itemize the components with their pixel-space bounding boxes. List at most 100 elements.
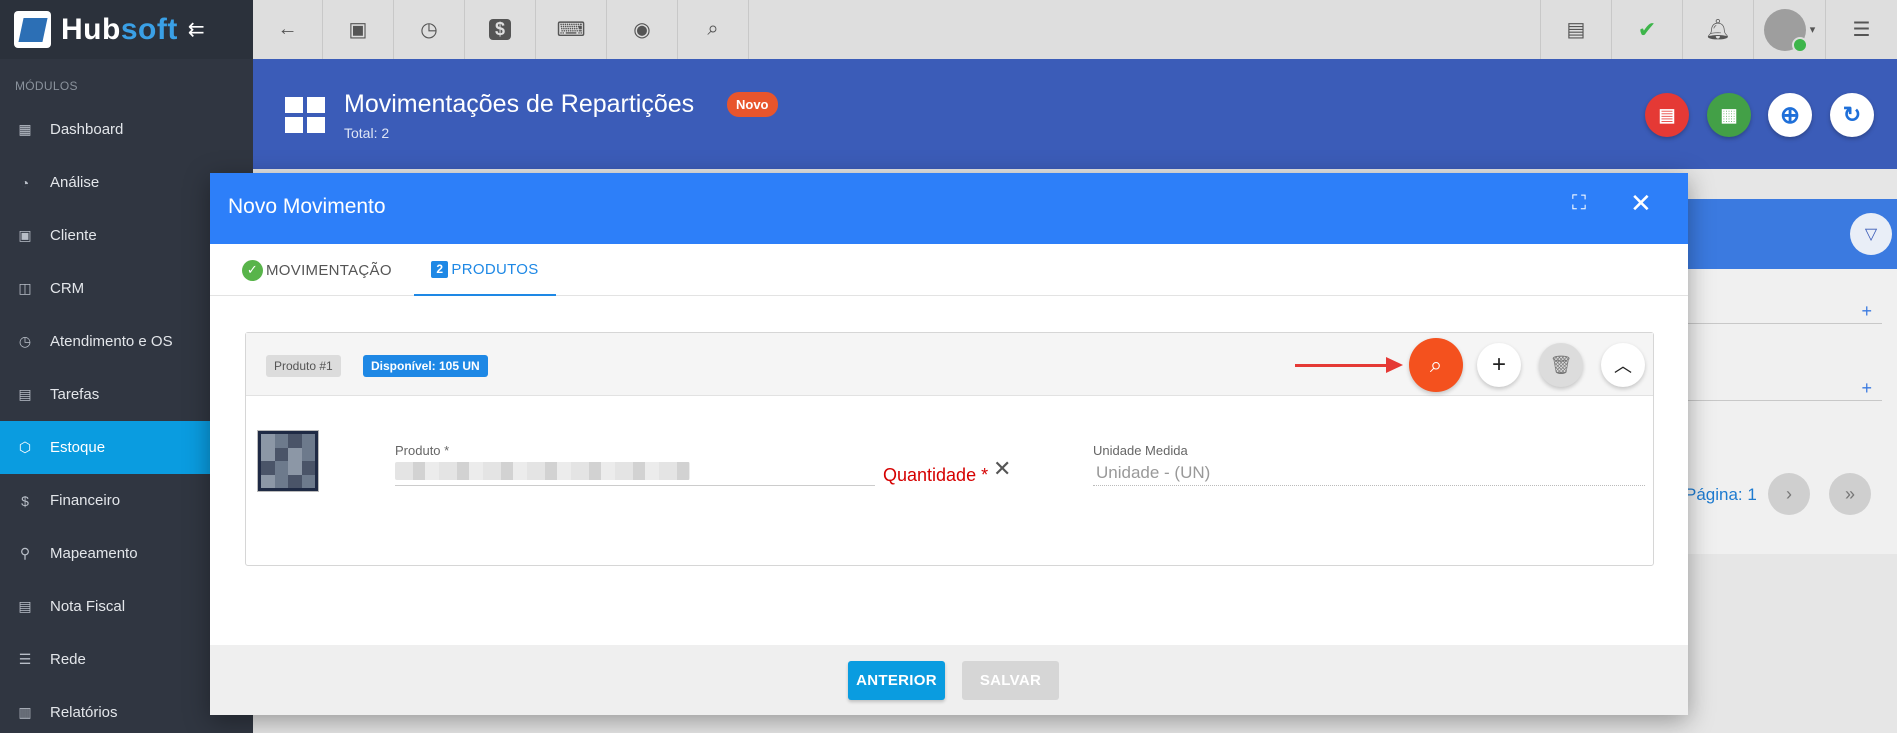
refresh-button[interactable]: ↻ bbox=[1830, 93, 1874, 137]
unidade-field[interactable]: Unidade - (UN) bbox=[1093, 456, 1645, 486]
close-icon[interactable]: ✕ bbox=[1630, 188, 1652, 219]
chevron-right-icon: › bbox=[1786, 483, 1792, 504]
search-icon[interactable]: ⌕ bbox=[678, 0, 749, 59]
double-chevron-right-icon: » bbox=[1844, 483, 1855, 504]
annotation-arrow-head bbox=[1386, 357, 1403, 373]
sidebar-item-label: Cliente bbox=[50, 227, 97, 244]
modules-label: MÓDULOS bbox=[15, 79, 78, 93]
hubsoft-logo-icon bbox=[14, 11, 51, 48]
tab-label: MOVIMENTAÇÃO bbox=[266, 261, 392, 279]
tab-label: PRODUTOS bbox=[451, 260, 539, 278]
trash-icon: 🗑︎ bbox=[1549, 354, 1573, 375]
pdf-icon: ▤ bbox=[1658, 104, 1676, 125]
chevron-down-icon: ▾ bbox=[1809, 24, 1816, 36]
modal-footer: ANTERIOR SALVAR bbox=[210, 645, 1688, 715]
avatar-icon bbox=[1763, 8, 1808, 53]
previous-button[interactable]: ANTERIOR bbox=[848, 661, 945, 700]
filter-button[interactable]: ▽ bbox=[1850, 213, 1892, 255]
next-page-button[interactable]: › bbox=[1768, 473, 1810, 515]
modal-header: Novo Movimento ⛶ ✕ bbox=[210, 173, 1688, 244]
modal-title: Novo Movimento bbox=[228, 195, 386, 218]
document-icon: ▤ bbox=[18, 598, 32, 614]
report-icon: ▥ bbox=[18, 704, 32, 720]
clear-icon[interactable]: ✕ bbox=[993, 456, 1011, 482]
filter-icon: ▽ bbox=[1864, 226, 1878, 243]
refresh-icon: ↻ bbox=[1842, 102, 1862, 127]
product-card: Produto #1 Disponível: 105 UN ⌕ + 🗑︎ ︿ P… bbox=[245, 332, 1654, 566]
last-page-button[interactable]: » bbox=[1829, 473, 1871, 515]
eye-icon[interactable]: ◉ bbox=[607, 0, 678, 59]
top-toolbar: ← ▣ ◷ $ ⌨ ◉ ⌕ ▤ ✔ 🔔︎ ▾ ☰ bbox=[253, 0, 1897, 59]
add-button[interactable]: ⊕ bbox=[1768, 93, 1812, 137]
tab-produtos[interactable]: 2 PRODUTOS bbox=[414, 244, 556, 296]
kanban-icon: ◫ bbox=[18, 280, 32, 296]
redacted-product-value bbox=[395, 462, 690, 480]
money-icon: $ bbox=[21, 492, 29, 509]
excel-icon: ▦ bbox=[1720, 104, 1738, 125]
box-icon: ⬡ bbox=[18, 439, 32, 455]
user-avatar[interactable]: ▾ bbox=[1754, 0, 1826, 59]
briefcase-icon: ▤ bbox=[18, 386, 32, 402]
save-button[interactable]: SALVAR bbox=[962, 661, 1059, 700]
plus-icon[interactable]: + bbox=[1861, 378, 1872, 399]
panel-row: + bbox=[1660, 378, 1882, 401]
map-pin-icon: ⚲ bbox=[19, 545, 31, 561]
total-count: Total: 2 bbox=[344, 125, 390, 141]
toolbar-spacer bbox=[749, 0, 1541, 59]
sidebar-item-label: Mapeamento bbox=[50, 545, 138, 562]
annotation-arrow bbox=[1295, 364, 1390, 367]
product-number-chip: Produto #1 bbox=[266, 355, 341, 377]
sidebar-item-label: Rede bbox=[50, 651, 86, 668]
apps-grid-icon bbox=[285, 97, 325, 133]
calendar-icon[interactable]: ◷ bbox=[394, 0, 465, 59]
list-menu-icon[interactable]: ☰ bbox=[1826, 0, 1897, 59]
sidebar-item-label: Financeiro bbox=[50, 492, 121, 509]
collapse-sidebar-icon[interactable]: ⇇ bbox=[188, 17, 205, 42]
contact-icon[interactable]: ▣ bbox=[323, 0, 394, 59]
contact-card-icon: ▣ bbox=[18, 227, 32, 243]
calendar-clock-icon: ◷ bbox=[18, 333, 32, 349]
sidebar-item-dashboard[interactable]: ▦ Dashboard bbox=[0, 103, 253, 156]
back-arrow-icon[interactable]: ← bbox=[253, 0, 323, 59]
search-product-button[interactable]: ⌕ bbox=[1409, 338, 1463, 392]
pdf-icon[interactable]: ▤ bbox=[1541, 0, 1612, 59]
unidade-value: Unidade - (UN) bbox=[1096, 463, 1211, 482]
panel-row: + bbox=[1660, 301, 1882, 324]
sidebar-item-label: Nota Fiscal bbox=[50, 598, 126, 615]
page-header: Movimentações de Repartições Novo Total:… bbox=[253, 59, 1897, 169]
status-badge: Novo bbox=[727, 92, 778, 117]
page-title: Movimentações de Repartições bbox=[344, 90, 695, 118]
dollar-icon[interactable]: $ bbox=[465, 0, 536, 59]
collapse-card-button[interactable]: ︿ bbox=[1601, 343, 1645, 387]
sidebar-item-label: CRM bbox=[50, 280, 85, 297]
plus-icon: ⊕ bbox=[1779, 101, 1801, 129]
availability-badge: Disponível: 105 UN bbox=[363, 355, 488, 377]
plus-icon[interactable]: + bbox=[1861, 301, 1872, 322]
chevron-up-icon: ︿ bbox=[1614, 356, 1632, 376]
plus-icon: + bbox=[1491, 351, 1506, 378]
grid-icon: ▦ bbox=[18, 121, 32, 137]
step-number-badge: 2 bbox=[431, 260, 449, 278]
export-pdf-button[interactable]: ▤ bbox=[1645, 93, 1689, 137]
product-card-header: Produto #1 Disponível: 105 UN ⌕ + 🗑︎ ︿ bbox=[246, 333, 1653, 396]
new-movement-modal: Novo Movimento ⛶ ✕ ✓ MOVIMENTAÇÃO 2 PROD… bbox=[210, 173, 1688, 715]
produto-field[interactable]: ✕ bbox=[395, 456, 1011, 486]
add-product-button[interactable]: + bbox=[1477, 343, 1521, 387]
sidebar-item-label: Tarefas bbox=[50, 386, 100, 403]
tab-movimentacao[interactable]: ✓ MOVIMENTAÇÃO bbox=[242, 244, 392, 296]
sidebar-item-label: Análise bbox=[50, 174, 100, 191]
page-indicator: Página: 1 bbox=[1685, 485, 1757, 504]
chat-check-icon[interactable]: ✔ bbox=[1612, 0, 1683, 59]
delete-product-button[interactable]: 🗑︎ bbox=[1539, 343, 1583, 387]
bell-icon[interactable]: 🔔︎ bbox=[1683, 0, 1754, 59]
sidebar-item-label: Estoque bbox=[50, 439, 106, 456]
background-panel: ▽ + + Página: 1 › » bbox=[1660, 199, 1897, 554]
terminal-icon[interactable]: ⌨ bbox=[536, 0, 607, 59]
sidebar-item-label: Relatórios bbox=[50, 704, 118, 721]
fullscreen-icon[interactable]: ⛶ bbox=[1572, 192, 1586, 215]
quantidade-field[interactable]: Quantidade * bbox=[883, 465, 988, 486]
pie-chart-icon: ◔ bbox=[20, 174, 30, 191]
modal-tabs: ✓ MOVIMENTAÇÃO 2 PRODUTOS bbox=[210, 244, 1688, 296]
export-excel-button[interactable]: ▦ bbox=[1707, 93, 1751, 137]
logo-bar: Hubsoft ⇇ bbox=[0, 0, 253, 59]
